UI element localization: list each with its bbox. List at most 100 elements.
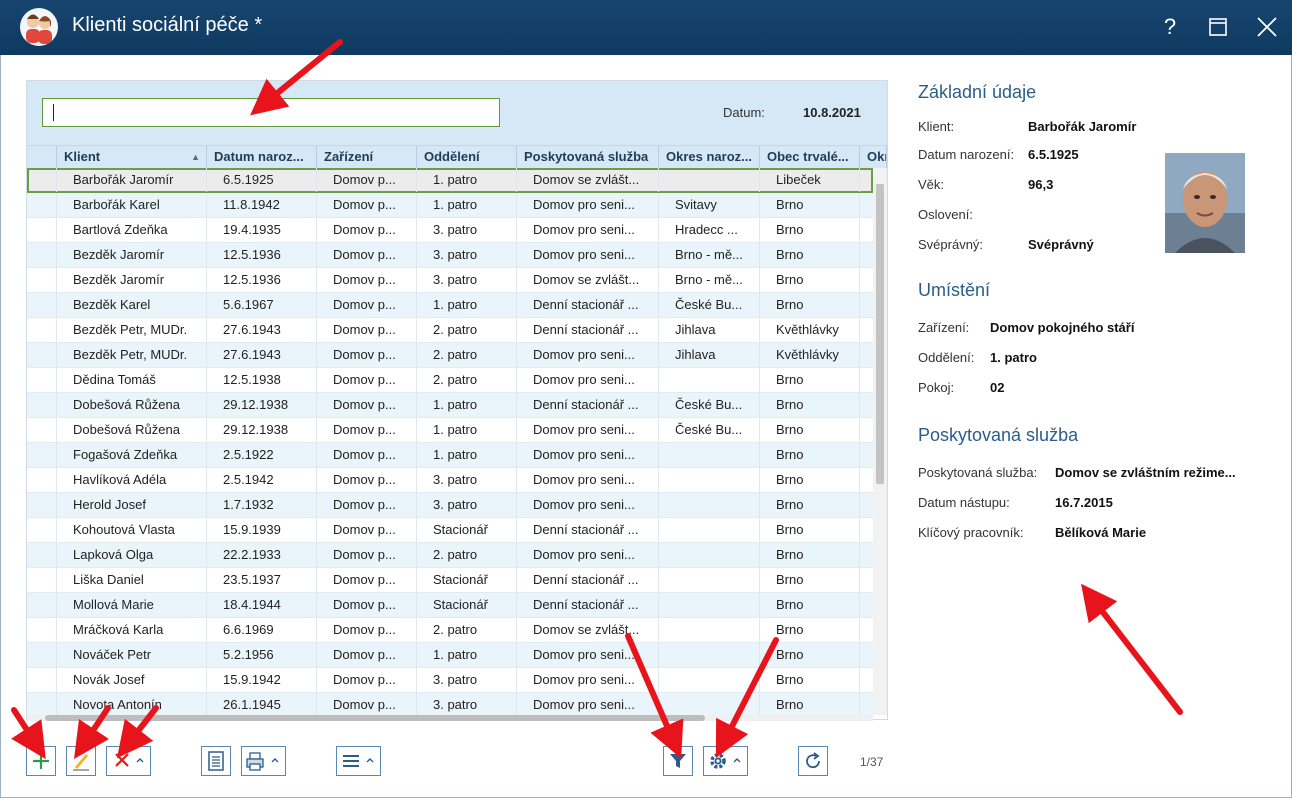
table-row[interactable]: Novák Josef 15.9.1942 Domov p... 3. patro Do… — [27, 668, 873, 693]
search-input[interactable] — [42, 98, 500, 127]
cell-district — [860, 193, 873, 217]
table-row[interactable]: Barbořák Karel 11.8.1942 Domov p... 1. patr… — [27, 193, 873, 218]
cell-residence: Libeček — [760, 168, 860, 192]
help-button[interactable]: ? — [1155, 12, 1185, 42]
horizontal-scroll-thumb[interactable] — [45, 715, 705, 721]
edit-button[interactable] — [66, 746, 96, 776]
cell-district — [860, 218, 873, 242]
cell-residence: Brno — [760, 668, 860, 692]
table-row[interactable]: Herold Josef 1.7.1932 Domov p... 3. patro Do… — [27, 493, 873, 518]
table-row[interactable]: Dobešová Růžena 29.12.1938 Domov p... 1. pa… — [27, 393, 873, 418]
cell-birth-district: České Bu... — [659, 293, 760, 317]
label-facility: Zařízení: — [918, 320, 970, 335]
menu-button[interactable] — [336, 746, 381, 776]
table-row[interactable]: Bartlová Zdeňka 19.4.1935 Domov p... 3. pat… — [27, 218, 873, 243]
table-row[interactable]: Mráčková Karla 6.6.1969 Domov p... 2. patro… — [27, 618, 873, 643]
label-start: Datum nástupu: — [918, 495, 1010, 510]
table-row[interactable]: Bezděk Jaromír 12.5.1936 Domov p... 3. patr… — [27, 268, 873, 293]
table-row[interactable]: Barbořák Jaromír 6.5.1925 Domov p... 1. pat… — [27, 168, 873, 193]
cell-department: 2. patro — [417, 318, 517, 342]
cell-service: Denní stacionář ... — [517, 393, 659, 417]
pencil-icon — [73, 754, 89, 771]
cell-client-name: Liška Daniel — [57, 568, 207, 592]
cell-department: 1. patro — [417, 418, 517, 442]
table-row[interactable]: Lapková Olga 22.2.1933 Domov p... 2. patro D… — [27, 543, 873, 568]
cell-district — [860, 368, 873, 392]
filter-button[interactable] — [663, 746, 693, 776]
label-capacity: Svéprávný: — [918, 237, 984, 252]
table-row[interactable]: Dědina Tomáš 12.5.1938 Domov p... 2. patro D… — [27, 368, 873, 393]
column-header-dept[interactable]: Oddělení — [417, 146, 517, 169]
column-header-service[interactable]: Poskytovaná služba — [517, 146, 659, 169]
close-button[interactable] — [1252, 12, 1282, 42]
print-button[interactable] — [241, 746, 286, 776]
cell-birth-date: 15.9.1942 — [207, 668, 317, 692]
table-row[interactable]: Bezděk Petr, MUDr. 27.6.1943 Domov p... 2. … — [27, 343, 873, 368]
table-row[interactable]: Bezděk Petr, MUDr. 27.6.1943 Domov p... 2. … — [27, 318, 873, 343]
cell-birth-date: 22.2.1933 — [207, 543, 317, 567]
table-row[interactable]: Fogašová Zdeňka 2.5.1922 Domov p... 1. patr… — [27, 443, 873, 468]
delete-button[interactable] — [106, 746, 151, 776]
column-header-birth[interactable]: Datum naroz... — [207, 146, 317, 169]
cell-facility: Domov p... — [317, 418, 417, 442]
cell-service: Domov pro seni... — [517, 668, 659, 692]
maximize-button[interactable] — [1203, 12, 1233, 42]
table-row[interactable]: Havlíková Adéla 2.5.1942 Domov p... 3. patr… — [27, 468, 873, 493]
column-header-facility[interactable]: Zařízení — [317, 146, 417, 169]
cell-birth-district — [659, 468, 760, 492]
cell-service: Domov pro seni... — [517, 418, 659, 442]
cell-department: 3. patro — [417, 268, 517, 292]
refresh-button[interactable] — [798, 746, 828, 776]
cell-residence: Brno — [760, 618, 860, 642]
row-indicator — [27, 268, 57, 292]
cell-department: 3. patro — [417, 693, 517, 715]
cell-service: Domov pro seni... — [517, 543, 659, 567]
table-row[interactable]: Novota Antonín 26.1.1945 Domov p... 3. patr… — [27, 693, 873, 715]
add-button[interactable] — [26, 746, 56, 776]
column-header-birth-district[interactable]: Okres naroz... — [659, 146, 760, 169]
gear-icon — [709, 753, 740, 769]
cell-department: 1. patro — [417, 443, 517, 467]
cell-birth-district: Jihlava — [659, 343, 760, 367]
vertical-scrollbar[interactable] — [873, 168, 887, 715]
table-row[interactable]: Bezděk Jaromír 12.5.1936 Domov p... 3. patr… — [27, 243, 873, 268]
cell-birth-date: 23.5.1937 — [207, 568, 317, 592]
cell-residence: Brno — [760, 493, 860, 517]
cell-department: Stacionář — [417, 568, 517, 592]
plus-icon — [33, 753, 49, 769]
cell-service: Denní stacionář ... — [517, 518, 659, 542]
cell-facility: Domov p... — [317, 368, 417, 392]
table-row[interactable]: Liška Daniel 23.5.1937 Domov p... Stacionář… — [27, 568, 873, 593]
cell-client-name: Barbořák Jaromír — [57, 168, 207, 192]
vertical-scroll-thumb[interactable] — [876, 184, 884, 484]
cell-district — [860, 668, 873, 692]
horizontal-scrollbar[interactable] — [27, 715, 873, 721]
cell-birth-district — [659, 518, 760, 542]
settings-button[interactable] — [703, 746, 748, 776]
cell-birth-district — [659, 618, 760, 642]
cell-service: Domov pro seni... — [517, 368, 659, 392]
label-birth: Datum narození: — [918, 147, 1015, 162]
cell-service: Domov pro seni... — [517, 493, 659, 517]
cell-residence: Brno — [760, 593, 860, 617]
cell-department: 2. patro — [417, 368, 517, 392]
printer-icon — [245, 752, 278, 771]
cell-department: 1. patro — [417, 293, 517, 317]
table-row[interactable]: Bezděk Karel 5.6.1967 Domov p... 1. patro De… — [27, 293, 873, 318]
cell-birth-date: 19.4.1935 — [207, 218, 317, 242]
table-row[interactable]: Nováček Petr 5.2.1956 Domov p... 1. patro Do… — [27, 643, 873, 668]
table-row[interactable]: Kohoutová Vlasta 15.9.1939 Domov p... Staci… — [27, 518, 873, 543]
column-header-residence[interactable]: Obec trvalé... — [760, 146, 860, 169]
close-icon — [1257, 17, 1277, 37]
cell-facility: Domov p... — [317, 543, 417, 567]
report-button[interactable] — [201, 746, 231, 776]
cell-client-name: Bezděk Petr, MUDr. — [57, 343, 207, 367]
column-header-klient[interactable]: Klient ▲ — [57, 146, 207, 169]
table-row[interactable]: Dobešová Růžena 29.12.1938 Domov p... 1. pa… — [27, 418, 873, 443]
cell-department: 3. patro — [417, 493, 517, 517]
table-row[interactable]: Mollová Marie 18.4.1944 Domov p... Stacioná… — [27, 593, 873, 618]
column-header-district[interactable]: Okr — [860, 146, 887, 169]
cell-facility: Domov p... — [317, 193, 417, 217]
refresh-icon — [806, 752, 820, 769]
cell-facility: Domov p... — [317, 343, 417, 367]
